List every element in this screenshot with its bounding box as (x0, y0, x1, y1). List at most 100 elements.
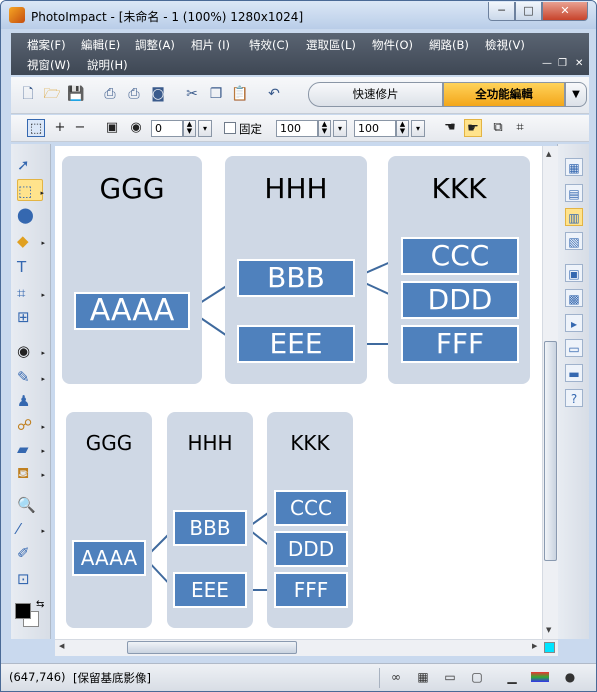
image-canvas[interactable]: GGG HHH KKK AAAA BBB EEE CCC DDD FFF GGG… (55, 146, 542, 639)
menu-effect[interactable]: 特效(C) (249, 37, 289, 53)
maximize-button[interactable]: □ (515, 2, 542, 21)
horizontal-scroll-thumb[interactable] (127, 641, 297, 654)
subtract-selection-icon[interactable]: − (71, 119, 89, 137)
path-tool-icon[interactable]: ⊡ (17, 568, 43, 590)
frame-status-icon[interactable]: ▭ (441, 670, 459, 684)
fixed-checkbox[interactable] (224, 122, 236, 134)
undo-icon[interactable]: ↶ (265, 85, 283, 103)
scan-icon[interactable]: ⎙ (101, 85, 119, 103)
scroll-down-arrow-icon[interactable]: ▼ (546, 626, 551, 634)
photoimpact-app-icon (9, 7, 25, 23)
small-column-header-hhh: HHH (187, 431, 233, 455)
scroll-right-arrow-icon[interactable]: ▶ (532, 642, 537, 650)
stamp-tool-icon[interactable]: ♟ (17, 390, 43, 412)
hand-select-icon[interactable]: ☚ (441, 119, 459, 137)
brush-tool-icon[interactable]: ✎ ▸ (17, 366, 45, 388)
width-spinner[interactable]: ▲ ▼ (318, 120, 331, 137)
menu-selection[interactable]: 選取區(L) (306, 37, 356, 53)
panel-layers-icon[interactable]: ▥ (565, 208, 583, 226)
color-status-icon[interactable] (531, 672, 549, 682)
eraser-tool-icon[interactable]: ▰ ▸ (17, 438, 45, 460)
ruler-status-icon[interactable]: ▁ (503, 670, 521, 684)
pick-tool-icon[interactable]: ➚ (17, 154, 43, 176)
foreground-color-swatch[interactable] (15, 603, 31, 619)
menu-adjust[interactable]: 調整(A) (135, 37, 175, 53)
menu-web[interactable]: 網路(B) (429, 37, 469, 53)
menu-object[interactable]: 物件(O) (372, 37, 413, 53)
link-status-icon[interactable]: ∞ (387, 670, 405, 684)
close-button[interactable]: ✕ (542, 2, 588, 21)
document-restore-button[interactable]: ❐ (558, 58, 567, 69)
panel-8-icon[interactable]: ▭ (565, 339, 583, 357)
height-input[interactable]: 100 (354, 120, 396, 137)
print-icon[interactable]: ⎙ (125, 85, 143, 103)
value-input[interactable]: 0 (151, 120, 183, 137)
camera-icon[interactable]: ◙ (149, 85, 167, 103)
text-tool-icon[interactable]: T (17, 256, 43, 278)
height-spinner[interactable]: ▲ ▼ (396, 120, 409, 137)
panel-1-icon[interactable]: ▦ (565, 158, 583, 176)
document-minimize-button[interactable]: — (542, 58, 552, 69)
width-input[interactable]: 100 (276, 120, 318, 137)
menu-window[interactable]: 視窗(W) (27, 57, 70, 73)
cut-icon[interactable]: ✂ (183, 85, 201, 103)
soft-edge-icon[interactable]: ▣ (103, 119, 121, 137)
large-node-fff: FFF (401, 325, 519, 363)
copy-icon[interactable]: ❐ (207, 85, 225, 103)
transform-icon[interactable]: ⧉ (489, 119, 507, 137)
red-eye-tool-icon[interactable]: ◉ ▸ (17, 340, 45, 362)
retouch-tool-icon[interactable]: ☍ ▸ (17, 414, 45, 436)
line-tool-icon[interactable]: ✐ (17, 542, 43, 564)
menu-help[interactable]: 說明(H) (87, 57, 128, 73)
panel-6-icon[interactable]: ▩ (565, 289, 583, 307)
status-separator (379, 668, 380, 688)
transform-tool-icon[interactable]: ⊞ (17, 306, 43, 328)
width-dropdown[interactable]: ▾ (333, 120, 347, 137)
menu-bar: 檔案(F) 編輯(E) 調整(A) 相片 (I) 特效(C) 選取區(L) 物件… (11, 33, 589, 75)
vertical-scroll-thumb[interactable] (544, 341, 557, 561)
menu-edit[interactable]: 編輯(E) (81, 37, 120, 53)
scroll-up-arrow-icon[interactable]: ▲ (546, 150, 551, 158)
crop-icon[interactable]: ⌗ (511, 119, 529, 137)
screen-status-icon[interactable]: ▢ (468, 670, 486, 684)
panel-7-icon[interactable]: ▸ (565, 314, 583, 332)
rect-select-icon[interactable]: ⬚ (27, 119, 45, 137)
panel-9-icon[interactable]: ▬ (565, 364, 583, 382)
hand-pick-icon[interactable]: ☛ (464, 119, 482, 137)
info-status-icon[interactable]: ● (561, 670, 579, 684)
scroll-left-arrow-icon[interactable]: ◀ (59, 642, 64, 650)
horizontal-scrollbar[interactable]: ◀ ▶ (55, 639, 558, 656)
menu-photo[interactable]: 相片 (I) (191, 37, 230, 53)
height-dropdown[interactable]: ▾ (411, 120, 425, 137)
value-spinner[interactable]: ▲ ▼ (183, 120, 196, 137)
help-icon[interactable]: ? (565, 389, 583, 407)
menu-file[interactable]: 檔案(F) (27, 37, 66, 53)
fill-tool-icon[interactable]: ⛾ ▸ (17, 462, 45, 484)
zoom-tool-icon[interactable]: 🔍 (17, 494, 43, 516)
menu-view[interactable]: 檢視(V) (485, 37, 525, 53)
paste-icon[interactable]: 📋 (231, 85, 249, 103)
crop-tool-icon[interactable]: ⌗ ▸ (17, 282, 45, 304)
panel-4-icon[interactable]: ▧ (565, 232, 583, 250)
panel-5-icon[interactable]: ▣ (565, 264, 583, 282)
panel-2-icon[interactable]: ▤ (565, 184, 583, 202)
swap-colors-icon[interactable]: ⇆ (36, 599, 44, 610)
grid-status-icon[interactable]: ▦ (414, 670, 432, 684)
add-selection-icon[interactable]: + (51, 119, 69, 137)
open-icon[interactable]: 🗁 (43, 85, 61, 103)
quick-fix-tab[interactable]: 快速修片 (308, 82, 443, 107)
save-icon[interactable]: 💾 (67, 85, 85, 103)
vertical-scrollbar[interactable]: ▲ ▼ (542, 146, 558, 639)
value-dropdown[interactable]: ▾ (198, 120, 212, 137)
full-edit-tab[interactable]: 全功能編輯 (443, 82, 565, 107)
object-tool-icon[interactable]: ⬤ (17, 204, 43, 226)
marquee-tool-icon[interactable]: ⬚ ▸ (17, 179, 44, 201)
eyedropper-tool-icon[interactable]: ⁄ ▸ (17, 518, 45, 540)
shape-tool-icon[interactable]: ◆ ▸ (17, 230, 45, 252)
mode-dropdown-button[interactable]: ▼ (565, 82, 587, 107)
new-icon[interactable]: 🗋 (19, 85, 37, 103)
minimize-button[interactable]: ─ (488, 2, 515, 21)
document-close-button[interactable]: ✕ (575, 58, 583, 69)
navigator-corner-icon[interactable] (544, 642, 555, 653)
brush-dot-icon[interactable]: ◉ (127, 119, 145, 137)
